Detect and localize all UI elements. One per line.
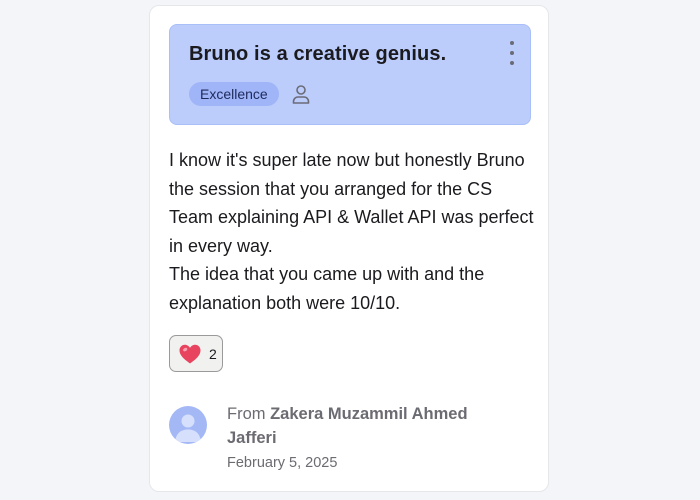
avatar xyxy=(169,406,207,444)
from-prefix: From xyxy=(227,405,266,423)
person-icon xyxy=(292,85,310,104)
kudos-card: Bruno is a creative genius. Excellence I… xyxy=(149,5,549,492)
kudos-message: I know it's super late now but honestly … xyxy=(169,150,534,313)
card-header: Bruno is a creative genius. Excellence xyxy=(169,24,531,125)
heart-reaction-button[interactable]: 2 xyxy=(169,335,223,372)
card-title: Bruno is a creative genius. xyxy=(189,43,447,65)
reaction-count: 2 xyxy=(209,345,217,362)
more-options-icon[interactable] xyxy=(504,41,520,65)
value-badge: Excellence xyxy=(189,82,279,106)
heart-icon xyxy=(179,344,201,363)
post-date: February 5, 2025 xyxy=(227,455,338,471)
author-line: From Zakera Muzammil Ahmed Jafferi xyxy=(227,402,517,450)
